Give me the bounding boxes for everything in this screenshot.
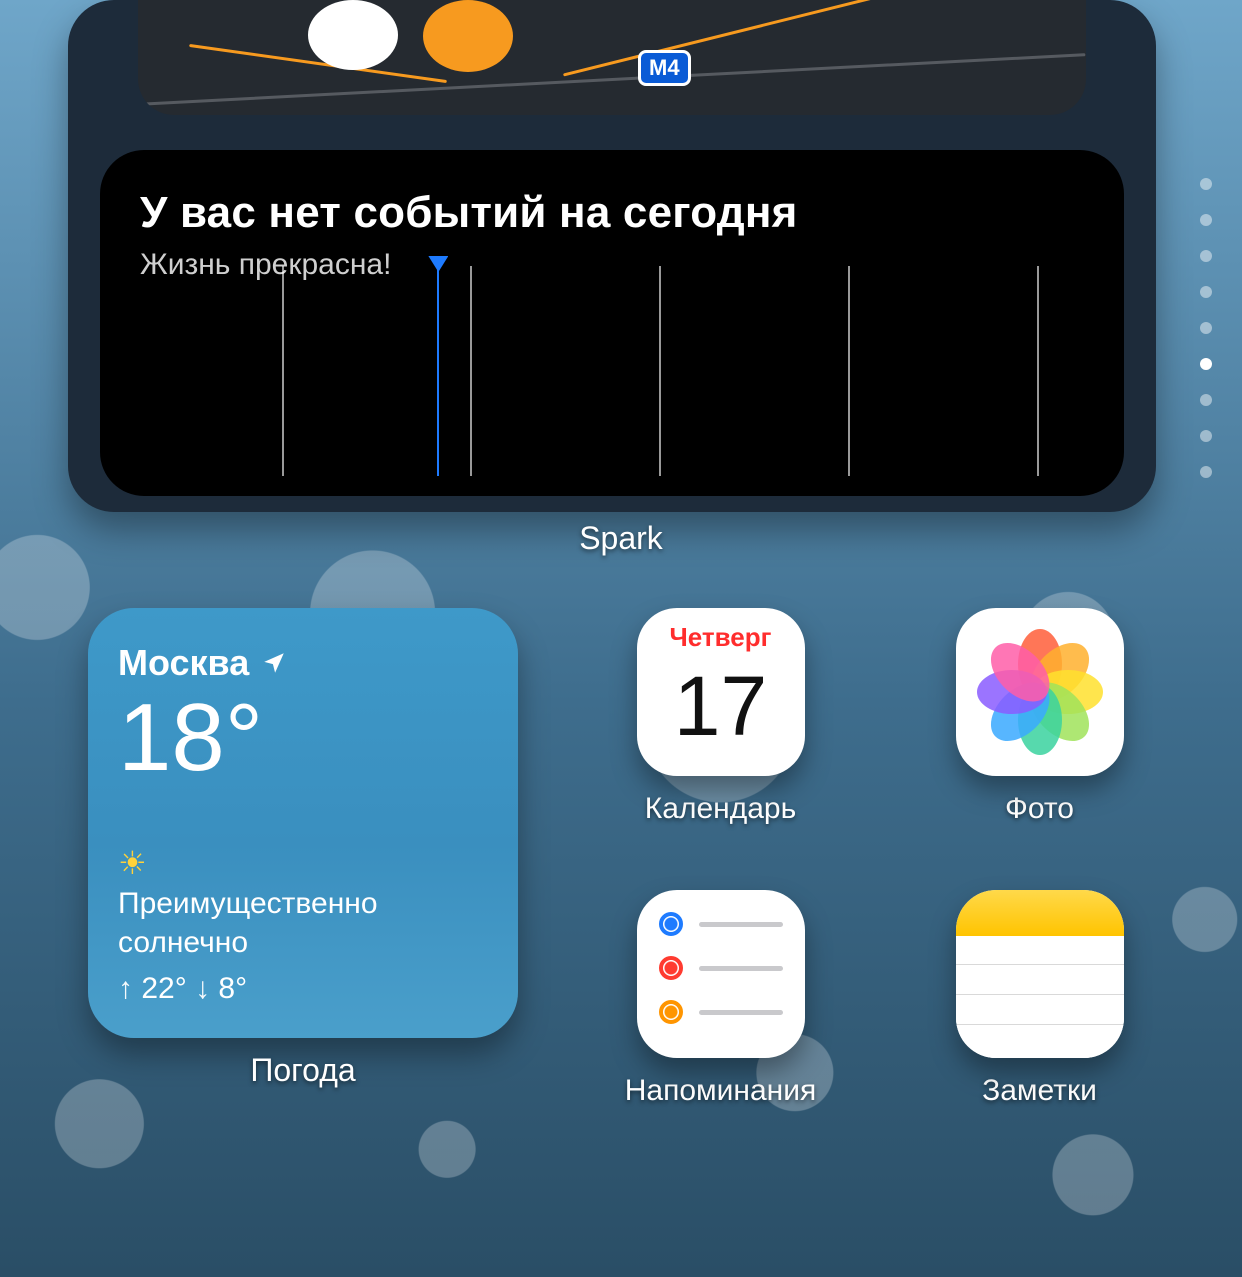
spark-widget-label: Spark bbox=[0, 520, 1242, 557]
spark-timeline bbox=[140, 266, 1084, 476]
photos-label: Фото bbox=[1005, 792, 1074, 826]
page-dot[interactable] bbox=[1200, 286, 1212, 298]
weather-widget-label: Погода bbox=[88, 1052, 518, 1089]
photos-app[interactable]: Фото bbox=[925, 608, 1154, 826]
weather-temp: 18° bbox=[118, 690, 488, 786]
calendar-app[interactable]: Четверг 17 Календарь bbox=[606, 608, 835, 826]
spark-title: У вас нет событий на сегодня bbox=[140, 188, 1084, 238]
calendar-icon: Четверг 17 bbox=[637, 608, 805, 776]
weather-city: Москва bbox=[118, 642, 488, 684]
page-dot[interactable] bbox=[1200, 250, 1212, 262]
weather-high-low: ↑ 22° ↓ 8° bbox=[118, 972, 488, 1006]
page-dot[interactable] bbox=[1200, 430, 1212, 442]
page-dot[interactable] bbox=[1200, 322, 1212, 334]
spark-widget[interactable]: M4 У вас нет событий на сегодня Жизнь пр… bbox=[68, 0, 1156, 512]
page-dot[interactable] bbox=[1200, 178, 1212, 190]
weather-widget[interactable]: Москва 18° ☀︎ Преимущественно солнечно ↑… bbox=[88, 608, 518, 1038]
widget-page-indicator[interactable] bbox=[1200, 178, 1212, 478]
map-road-badge: M4 bbox=[638, 50, 691, 86]
spark-map-preview: M4 bbox=[138, 0, 1086, 115]
location-arrow-icon bbox=[261, 650, 287, 676]
reminders-icon bbox=[637, 890, 805, 1058]
page-dot[interactable] bbox=[1200, 394, 1212, 406]
calendar-day-number: 17 bbox=[674, 658, 767, 755]
page-dot[interactable] bbox=[1200, 466, 1212, 478]
sun-icon: ☀︎ bbox=[118, 844, 488, 882]
page-dot[interactable] bbox=[1200, 214, 1212, 226]
photos-icon bbox=[956, 608, 1124, 776]
calendar-weekday: Четверг bbox=[670, 622, 772, 653]
weather-condition: Преимущественно солнечно bbox=[118, 884, 488, 962]
notes-icon bbox=[956, 890, 1124, 1058]
calendar-label: Календарь bbox=[645, 792, 796, 826]
spark-calendar-card[interactable]: У вас нет событий на сегодня Жизнь прекр… bbox=[100, 150, 1124, 496]
page-dot[interactable] bbox=[1200, 358, 1212, 370]
